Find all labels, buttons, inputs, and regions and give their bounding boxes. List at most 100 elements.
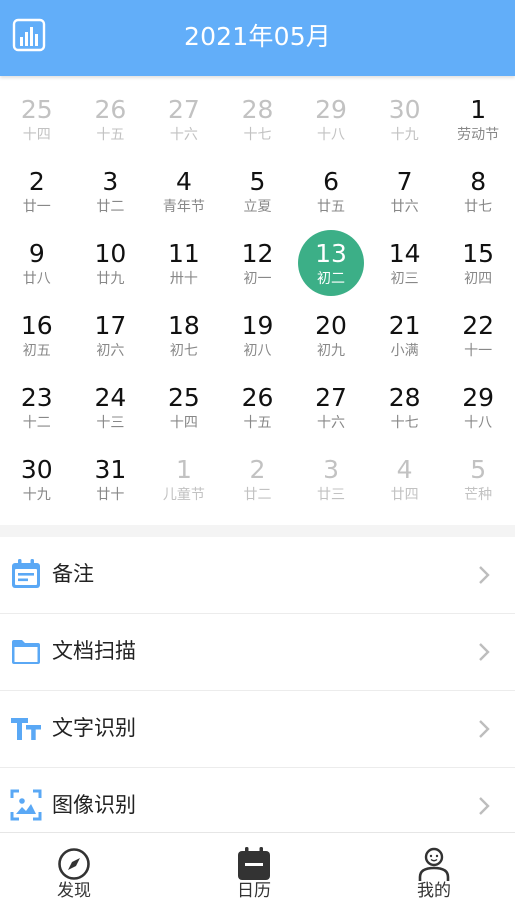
- day-number: 10: [94, 239, 127, 268]
- calendar-day[interactable]: 11 卅十: [147, 224, 221, 296]
- day-number: 15: [462, 239, 495, 268]
- day-number: 27: [315, 383, 347, 412]
- user-icon: [418, 847, 450, 881]
- calendar-week-row: 30 十九 31 廿十 1 儿童节 2 廿二 3 廿三 4 廿四 5 芒种: [0, 440, 515, 512]
- lunar-date: 廿一: [22, 199, 51, 215]
- calendar-day[interactable]: 5 立夏: [221, 152, 295, 224]
- day-number: 30: [20, 455, 53, 484]
- lunar-date: 儿童节: [162, 487, 205, 503]
- lunar-date: 廿七: [464, 199, 493, 215]
- tab-label: 发现: [57, 881, 91, 901]
- lunar-date: 廿六: [390, 199, 419, 215]
- lunar-date: 十五: [243, 415, 272, 431]
- calendar-day[interactable]: 3 廿二: [74, 152, 148, 224]
- menu-item-text-recognition[interactable]: 文字识别: [0, 691, 515, 768]
- text-recognition-icon: [11, 718, 41, 740]
- calendar-day[interactable]: 9 廿八: [0, 224, 74, 296]
- lunar-date: 廿二: [243, 487, 272, 503]
- calendar-day[interactable]: 1 儿童节: [147, 440, 221, 512]
- chevron-right-icon: [479, 720, 490, 738]
- calendar-day[interactable]: 3 廿三: [294, 440, 368, 512]
- calendar-icon: [238, 847, 270, 880]
- calendar-day[interactable]: 25 十四: [147, 368, 221, 440]
- month-title[interactable]: 2021年05月: [0, 17, 515, 53]
- day-number: 5: [249, 167, 266, 196]
- menu-item-notes[interactable]: 备注: [0, 537, 515, 614]
- lunar-date: 十三: [96, 415, 125, 431]
- lunar-date: 十七: [390, 415, 419, 431]
- day-number: 1: [175, 455, 192, 484]
- chevron-right-icon: [479, 643, 490, 661]
- calendar-day[interactable]: 24 十三: [74, 368, 148, 440]
- calendar-day[interactable]: 8 廿七: [441, 152, 515, 224]
- lunar-date: 十一: [464, 343, 493, 359]
- calendar-day[interactable]: 1 劳动节: [441, 80, 515, 152]
- calendar-day[interactable]: 26 十五: [74, 80, 148, 152]
- day-number: 12: [241, 239, 274, 268]
- calendar-day[interactable]: 10 廿九: [74, 224, 148, 296]
- calendar-day[interactable]: 28 十七: [368, 368, 442, 440]
- day-number: 5: [470, 455, 487, 484]
- lunar-date: 青年节: [162, 199, 205, 215]
- lunar-date: 十四: [169, 415, 198, 431]
- menu-label: 备注: [52, 562, 94, 586]
- calendar-day[interactable]: 19 初八: [221, 296, 295, 368]
- lunar-date: 廿二: [96, 199, 125, 215]
- calendar-day[interactable]: 28 十七: [221, 80, 295, 152]
- tab-mine[interactable]: 我的: [384, 847, 484, 901]
- lunar-date: 廿四: [390, 487, 419, 503]
- calendar-day[interactable]: 7 廿六: [368, 152, 442, 224]
- calendar-day-selected[interactable]: 13 初二: [294, 224, 368, 296]
- calendar-week-row: 23 十二 24 十三 25 十四 26 十五 27 十六 28 十七 29 十八: [0, 368, 515, 440]
- lunar-date: 立夏: [243, 199, 272, 215]
- calendar-day[interactable]: 2 廿一: [0, 152, 74, 224]
- calendar-day[interactable]: 16 初五: [0, 296, 74, 368]
- calendar-day[interactable]: 26 十五: [221, 368, 295, 440]
- calendar-day[interactable]: 29 十八: [441, 368, 515, 440]
- lunar-date: 十六: [169, 127, 198, 143]
- calendar-day[interactable]: 17 初六: [74, 296, 148, 368]
- day-number: 26: [241, 383, 274, 412]
- day-number: 25: [168, 383, 200, 412]
- tab-discover[interactable]: 发现: [24, 847, 124, 901]
- calendar-day[interactable]: 21 小满: [368, 296, 442, 368]
- calendar-day[interactable]: 29 十八: [294, 80, 368, 152]
- lunar-date: 十九: [22, 487, 51, 503]
- day-number: 14: [388, 239, 421, 268]
- calendar-day[interactable]: 23 十二: [0, 368, 74, 440]
- calendar-week-row: 9 廿八 10 廿九 11 卅十 12 初一 13 初二 14 初三 15 初四: [0, 224, 515, 296]
- calendar-day[interactable]: 27 十六: [147, 80, 221, 152]
- calendar-day[interactable]: 22 十一: [441, 296, 515, 368]
- lunar-date: 廿三: [317, 487, 346, 503]
- tab-calendar[interactable]: 日历: [204, 847, 304, 901]
- lunar-date: 初七: [169, 343, 198, 359]
- day-number: 26: [94, 95, 127, 124]
- calendar-day[interactable]: 31 廿十: [74, 440, 148, 512]
- day-number: 27: [168, 95, 200, 124]
- lunar-date: 十二: [22, 415, 51, 431]
- menu-label: 文档扫描: [52, 639, 136, 663]
- menu-item-document-scan[interactable]: 文档扫描: [0, 614, 515, 691]
- calendar-day[interactable]: 18 初七: [147, 296, 221, 368]
- calendar-day[interactable]: 4 青年节: [147, 152, 221, 224]
- calendar-day[interactable]: 15 初四: [441, 224, 515, 296]
- day-number: 16: [20, 311, 53, 340]
- day-number: 19: [241, 311, 274, 340]
- lunar-date: 劳动节: [457, 127, 500, 143]
- lunar-date: 初五: [22, 343, 51, 359]
- lunar-date: 廿五: [317, 199, 346, 215]
- chevron-right-icon: [479, 797, 490, 815]
- calendar-day[interactable]: 20 初九: [294, 296, 368, 368]
- calendar-day[interactable]: 30 十九: [368, 80, 442, 152]
- calendar-day[interactable]: 2 廿二: [221, 440, 295, 512]
- calendar-day[interactable]: 6 廿五: [294, 152, 368, 224]
- calendar-day[interactable]: 12 初一: [221, 224, 295, 296]
- day-number: 3: [102, 167, 119, 196]
- lunar-date: 廿九: [96, 271, 125, 287]
- calendar-day[interactable]: 5 芒种: [441, 440, 515, 512]
- calendar-day[interactable]: 14 初三: [368, 224, 442, 296]
- calendar-day[interactable]: 25 十四: [0, 80, 74, 152]
- calendar-day[interactable]: 30 十九: [0, 440, 74, 512]
- calendar-day[interactable]: 4 廿四: [368, 440, 442, 512]
- calendar-day[interactable]: 27 十六: [294, 368, 368, 440]
